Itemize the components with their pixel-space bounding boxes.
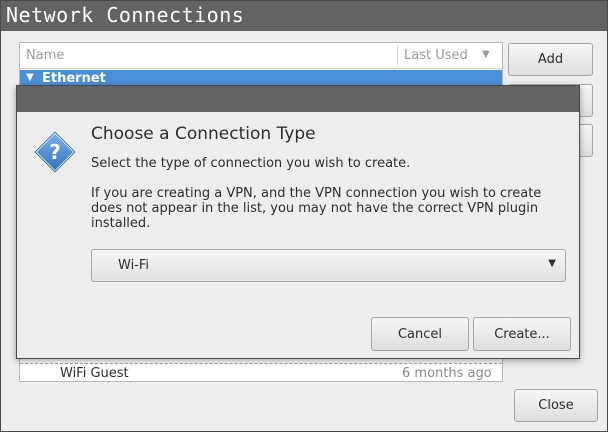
sort-down-icon[interactable]: ▼ [482, 49, 490, 60]
create-button[interactable]: Create... [473, 317, 571, 351]
close-button[interactable]: Close [514, 389, 598, 422]
title-bar[interactable]: Network Connections [1, 1, 607, 31]
column-header-last-used[interactable]: Last Used [404, 48, 468, 63]
group-label: Ethernet [42, 71, 106, 86]
selected-connection-type: Wi-Fi [118, 258, 150, 273]
list-item[interactable]: WiFi Guest 6 months ago [20, 363, 502, 382]
question-icon: ? [33, 130, 77, 174]
window-title: Network Connections [6, 3, 245, 27]
chevron-down-icon[interactable]: ▼ [548, 258, 556, 269]
column-divider [397, 45, 398, 65]
svg-text:?: ? [49, 140, 61, 164]
cancel-button[interactable]: Cancel [371, 317, 469, 351]
dialog-heading: Choose a Connection Type [91, 124, 316, 144]
connection-type-select[interactable]: Wi-Fi ▼ [91, 249, 566, 282]
dialog-title-bar[interactable] [17, 86, 579, 112]
dialog-info-text: If you are creating a VPN, and the VPN c… [91, 186, 542, 231]
connection-name: WiFi Guest [60, 366, 129, 381]
add-button[interactable]: Add [508, 43, 593, 76]
connection-type-dialog: ? Choose a Connection Type Select the ty… [16, 85, 580, 359]
dialog-subtitle: Select the type of connection you wish t… [91, 156, 411, 171]
connection-last-used: 6 months ago [402, 366, 492, 381]
expand-triangle-icon[interactable]: ▼ [26, 72, 34, 83]
list-header: Name Last Used ▼ [20, 43, 502, 69]
column-header-name[interactable]: Name [26, 48, 64, 63]
